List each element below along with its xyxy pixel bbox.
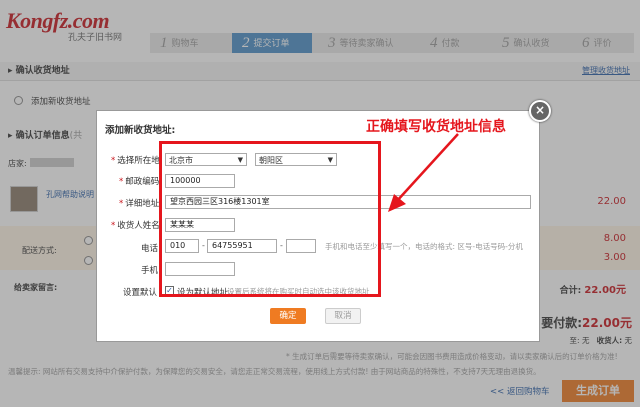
annotation-arrow-icon <box>388 133 459 212</box>
address-label: * 详细地址 <box>119 199 160 209</box>
cancel-button[interactable]: 取消 <box>325 308 361 324</box>
phone-label: 电话 <box>141 244 159 254</box>
region-label: * 选择所在地 <box>111 156 160 166</box>
default-label: 设置默认 <box>123 288 158 298</box>
confirm-button[interactable]: 确定 <box>270 308 306 324</box>
receiver-name-label: * 收货人姓名 <box>111 221 160 231</box>
annotation-highlight-box <box>159 141 381 297</box>
zip-label: * 邮政编码 <box>119 177 160 187</box>
close-icon[interactable]: × <box>529 100 551 122</box>
dialog-title: 添加新收货地址: <box>105 125 176 136</box>
add-address-dialog: 添加新收货地址: × * 选择所在地 北京市 ▼ 朝阳区 ▼ * 邮政编码 100000… <box>96 100 551 342</box>
mobile-label: 手机 <box>141 266 159 276</box>
